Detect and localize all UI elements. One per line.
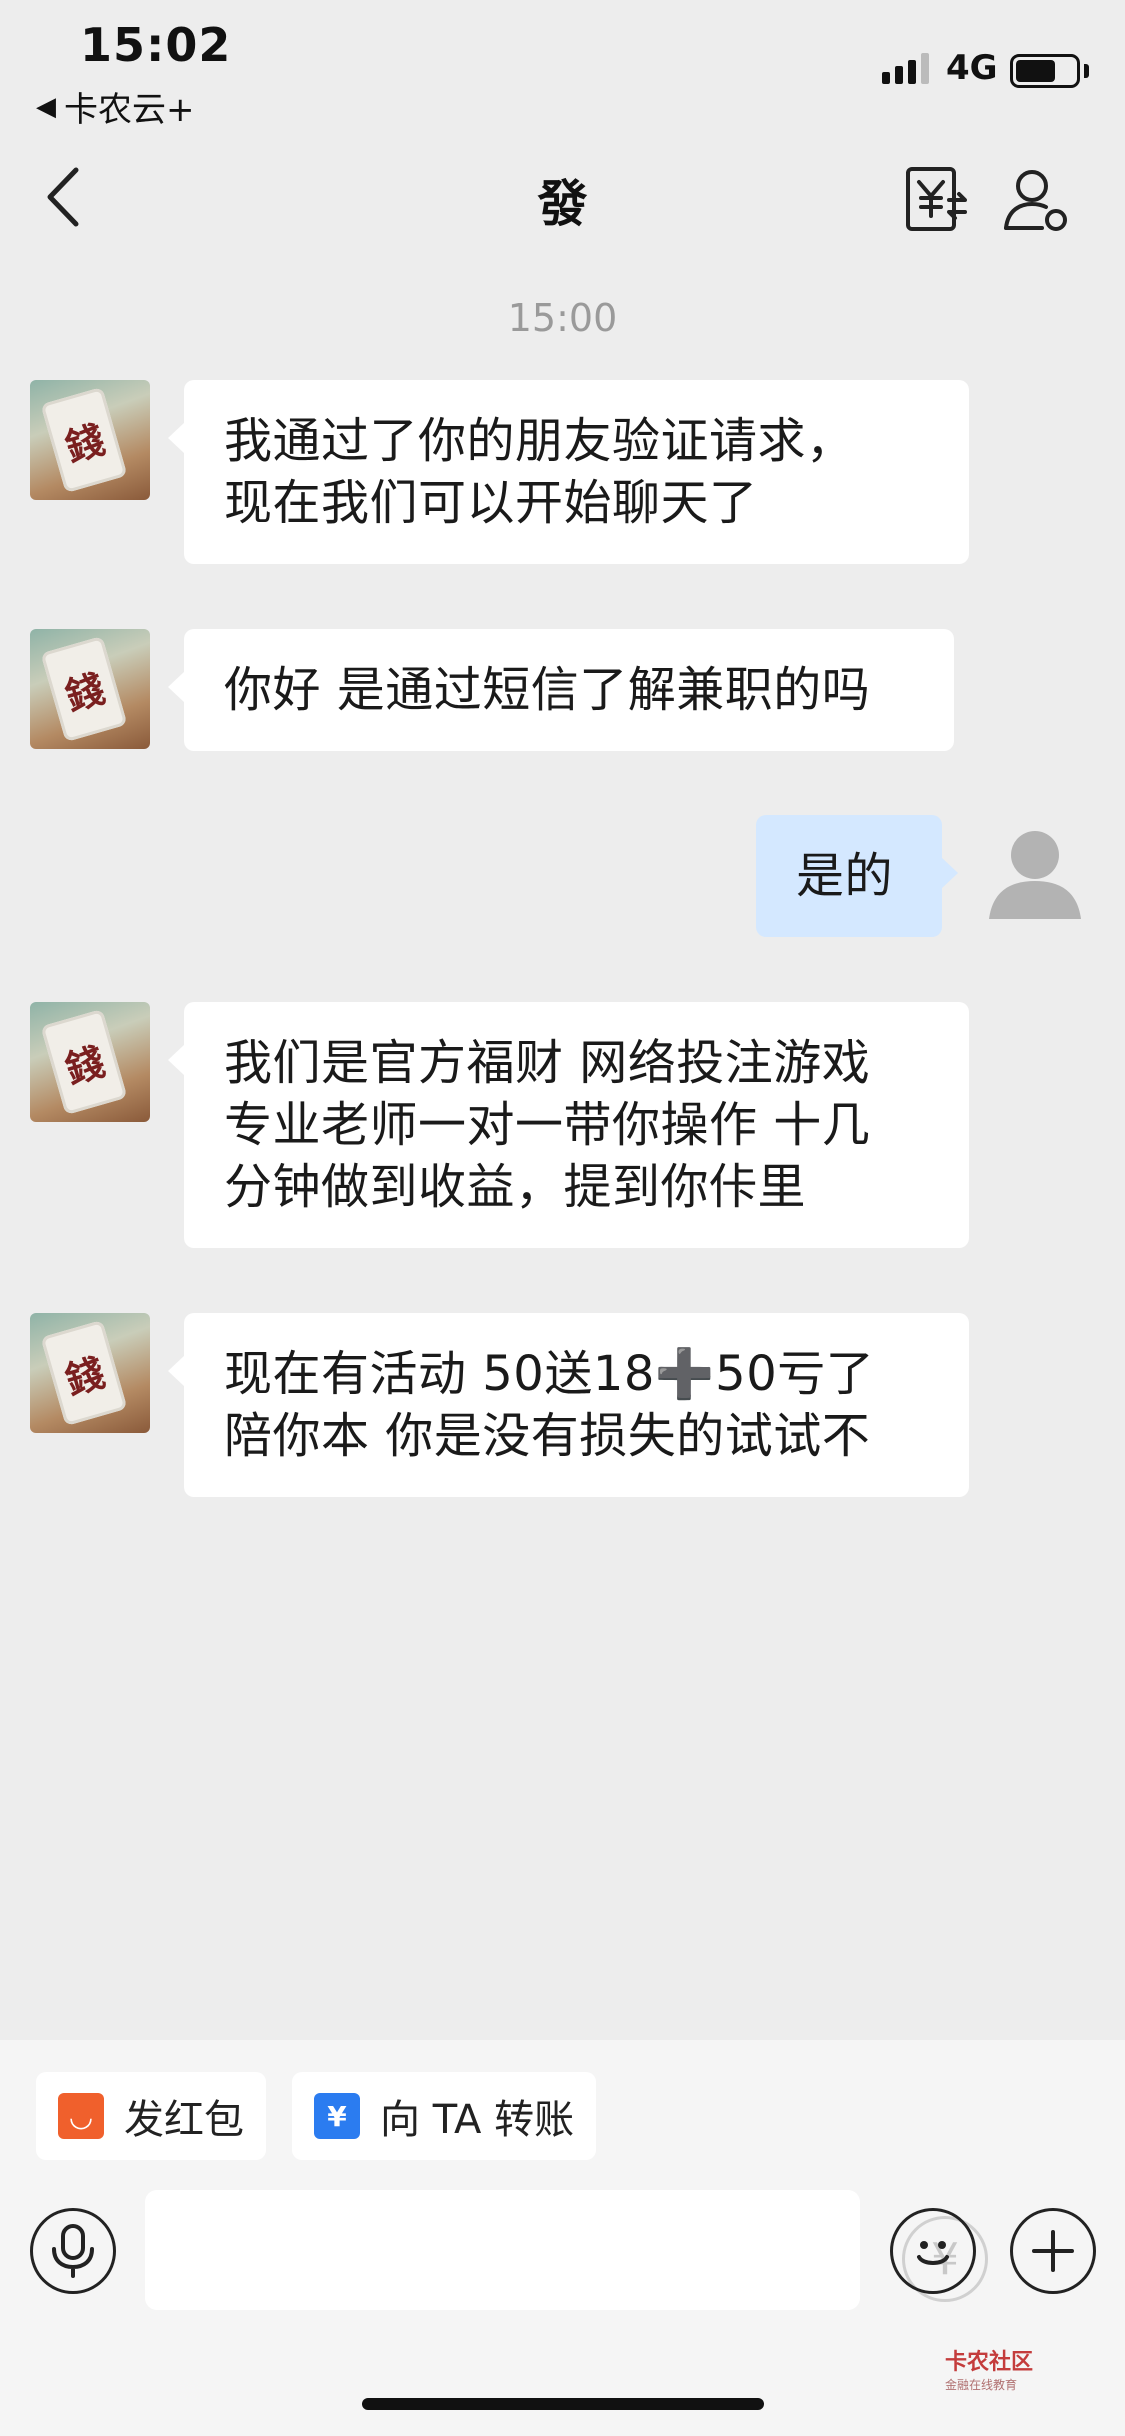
network-type: 4G [946, 48, 998, 88]
person-settings-icon[interactable] [1002, 166, 1070, 234]
status-bar: 15:02 ◀ 卡农云+ 4G [0, 0, 1125, 130]
watermark-tagline: 金融在线教育 [945, 2378, 1018, 2392]
watermark-brand: 卡农社区 [945, 2350, 1034, 2375]
nav-bar: 發 [0, 140, 1125, 260]
back-app-label: 卡农云+ [64, 90, 195, 130]
red-packet-label: 发红包 [124, 2097, 244, 2143]
yuan-icon: ¥ [314, 2093, 360, 2139]
smiley-icon [917, 2241, 949, 2265]
avatar-text: 錢 [60, 1349, 110, 1403]
message-bubble[interactable]: 现在有活动 50送18➕50亏了 陪你本 你是没有损失的试试不 [168, 1313, 969, 1497]
battery-icon [1010, 54, 1080, 88]
battery-tip [1084, 64, 1089, 78]
contact-avatar[interactable]: 錢 [30, 1002, 150, 1122]
contact-avatar[interactable]: 錢 [30, 380, 150, 500]
plus-icon [1032, 2230, 1074, 2272]
contact-avatar[interactable]: 錢 [30, 1313, 150, 1433]
red-packet-button[interactable]: ◡ 发红包 [36, 2072, 266, 2160]
watermark-logo: 卡农社区 金融在线教育 [945, 2352, 1033, 2396]
yuan-transfer-icon[interactable] [905, 166, 967, 232]
message-bubble[interactable]: 我们是官方福财 网络投注游戏 专业老师一对一带你操作 十几 分钟做到收益，提到你… [168, 1002, 969, 1248]
avatar-text: 錢 [60, 1038, 110, 1092]
message-bubble-self[interactable]: 是的 [756, 815, 958, 937]
message-bubble[interactable]: 你好 是通过短信了解兼职的吗 [168, 629, 954, 751]
transfer-button[interactable]: ¥ 向 TA 转账 [292, 2072, 597, 2160]
back-to-app[interactable]: ◀ 卡农云+ [36, 82, 195, 131]
contact-avatar[interactable]: 錢 [30, 629, 150, 749]
message-input[interactable]: ¥ [145, 2190, 988, 2310]
chat-timestamp: 15:00 [507, 296, 618, 340]
signal-icon [882, 52, 929, 84]
voice-button[interactable] [30, 2208, 116, 2294]
red-packet-icon: ◡ [58, 2093, 104, 2139]
transfer-label: 向 TA 转账 [380, 2097, 575, 2143]
avatar-text: 錢 [60, 665, 110, 719]
avatar-text: 錢 [60, 416, 110, 470]
home-indicator [362, 2398, 764, 2410]
self-avatar-icon[interactable] [975, 815, 1095, 935]
back-triangle-icon: ◀ [36, 91, 56, 122]
status-time: 15:02 [80, 18, 232, 72]
microphone-icon [52, 2224, 94, 2278]
emoji-button[interactable] [890, 2208, 976, 2294]
more-button[interactable] [1010, 2208, 1096, 2294]
battery-level [1016, 60, 1056, 82]
message-bubble[interactable]: 我通过了你的朋友验证请求， 现在我们可以开始聊天了 [168, 380, 969, 564]
quick-action-bar: ◡ 发红包 ¥ 向 TA 转账 [0, 2040, 1125, 2190]
